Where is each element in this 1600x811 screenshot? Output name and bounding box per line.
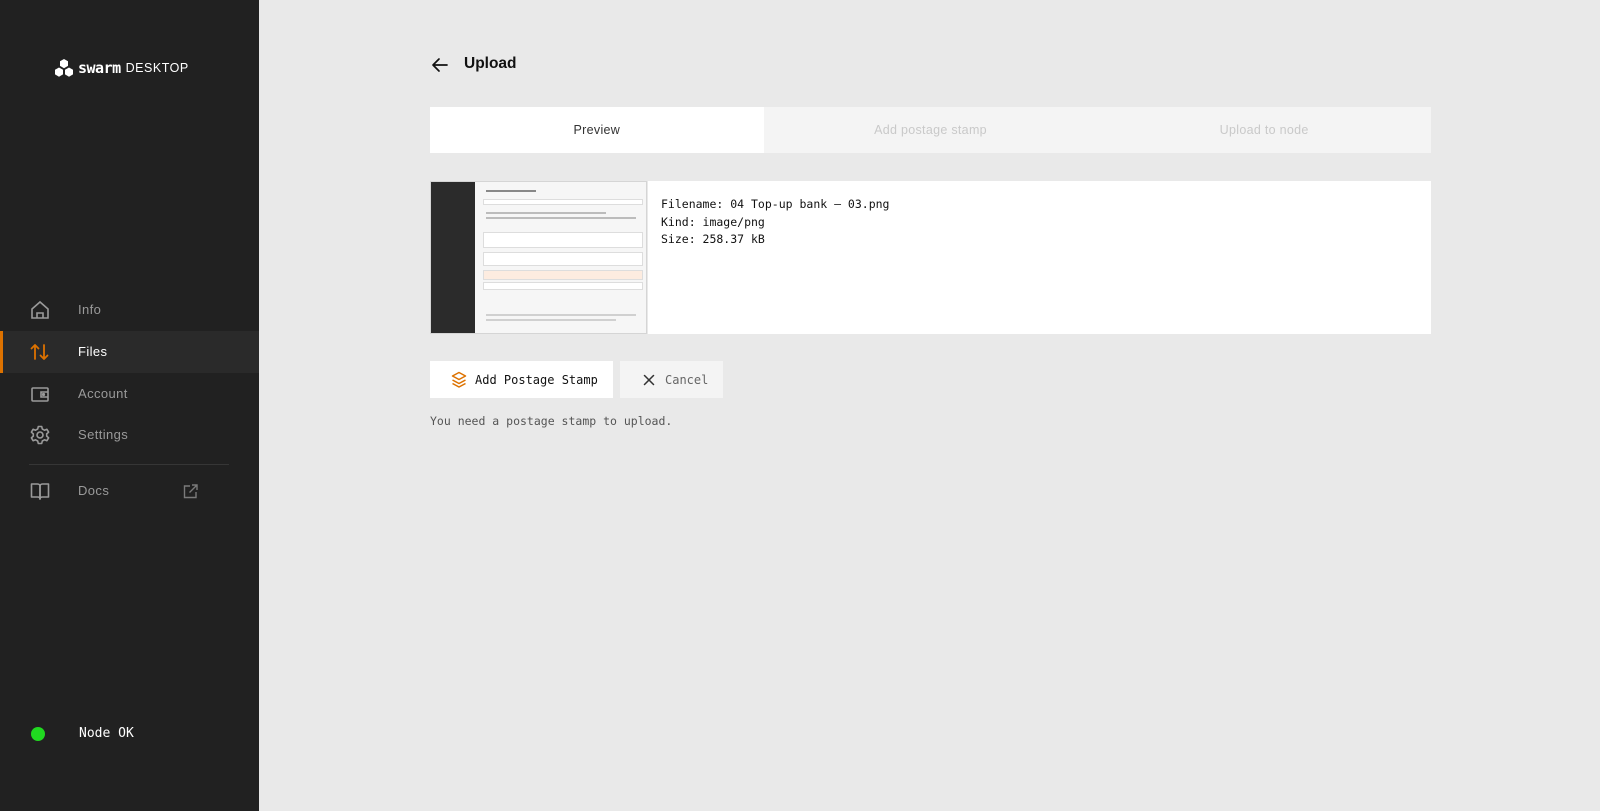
- external-link-icon: [183, 484, 198, 499]
- file-kind: Kind: image/png: [661, 214, 765, 229]
- brand-name: swarm: [78, 59, 121, 77]
- step-preview[interactable]: Preview: [430, 107, 764, 153]
- home-icon: [31, 300, 49, 319]
- sidebar-item-label: Info: [78, 302, 102, 317]
- transfer-arrows-icon: [30, 344, 49, 360]
- sidebar-item-label: Account: [78, 386, 128, 401]
- file-info-panel: Filename: 04 Top-up bank — 03.png Kind: …: [648, 181, 1431, 334]
- sidebar-item-settings[interactable]: Settings: [0, 414, 259, 456]
- node-status[interactable]: Node OK: [31, 726, 134, 741]
- cancel-label: Cancel: [665, 372, 709, 387]
- sidebar-item-account[interactable]: Account: [0, 373, 259, 415]
- file-name: Filename: 04 Top-up bank — 03.png: [661, 197, 890, 211]
- back-arrow-icon[interactable]: [430, 56, 450, 74]
- sidebar-item-label: Docs: [78, 483, 110, 498]
- status-indicator: [31, 727, 45, 741]
- node-status-label: Node OK: [79, 726, 134, 741]
- swarm-logo-icon: [55, 59, 73, 77]
- brand-suffix: DESKTOP: [125, 61, 189, 75]
- wallet-icon: [31, 387, 49, 402]
- postage-stamp-notice: You need a postage stamp to upload.: [430, 414, 673, 428]
- step-add-postage-stamp[interactable]: Add postage stamp: [763, 107, 1098, 153]
- file-size: Size: 258.37 kB: [661, 232, 765, 246]
- book-icon: [30, 483, 50, 500]
- layers-icon: [451, 371, 467, 388]
- close-icon: [643, 374, 655, 385]
- sidebar-divider: [29, 464, 229, 465]
- file-preview-thumbnail: [430, 181, 647, 334]
- cancel-button[interactable]: Cancel: [620, 361, 723, 398]
- sidebar-item-label: Files: [78, 344, 108, 359]
- sidebar-item-files[interactable]: Files: [0, 331, 259, 373]
- sidebar-item-info[interactable]: Info: [0, 289, 259, 331]
- sidebar: swarm DESKTOP Info Files Account Setting…: [0, 0, 259, 811]
- page-title: Upload: [464, 55, 517, 72]
- add-postage-stamp-button[interactable]: Add Postage Stamp: [430, 361, 613, 398]
- add-postage-stamp-label: Add Postage Stamp: [475, 372, 598, 387]
- app-logo[interactable]: swarm DESKTOP: [54, 58, 189, 78]
- sidebar-item-label: Settings: [78, 427, 129, 442]
- step-upload-to-node[interactable]: Upload to node: [1097, 107, 1432, 153]
- upload-stepper: Preview Add postage stamp Upload to node: [430, 107, 1432, 153]
- sidebar-item-docs[interactable]: Docs: [0, 470, 259, 512]
- gear-icon: [30, 425, 50, 445]
